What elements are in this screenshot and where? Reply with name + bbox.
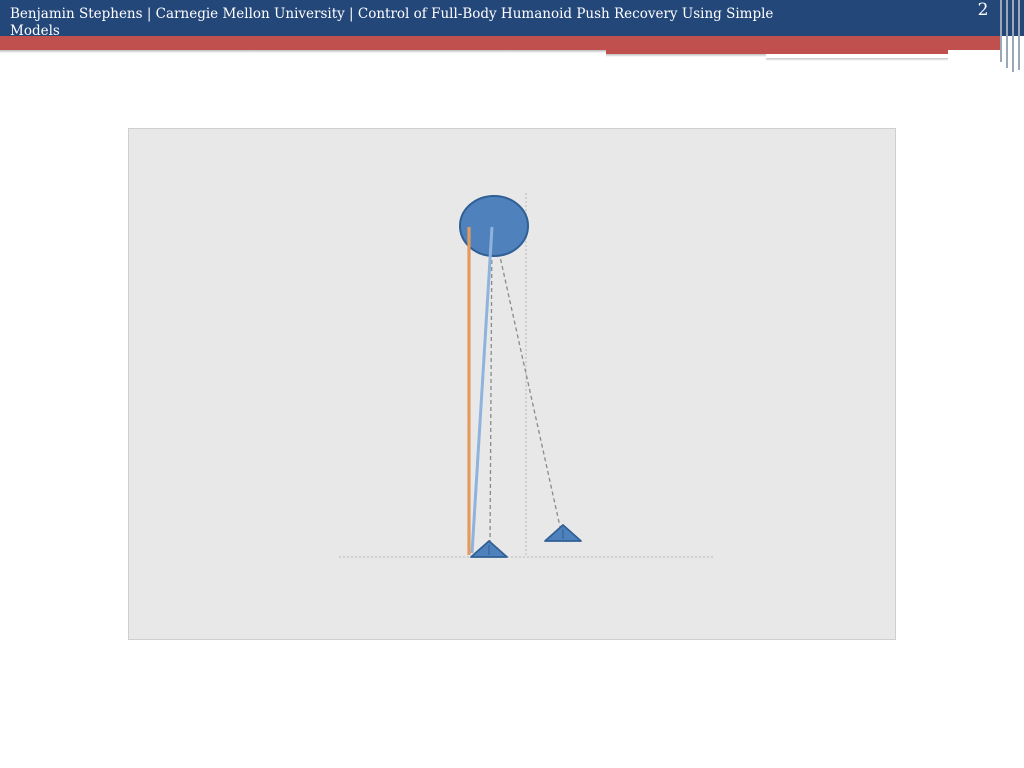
decorative-stripe	[1006, 0, 1008, 68]
blue-leg-line	[470, 226, 494, 554]
header-shadow-step	[766, 58, 948, 61]
dashed-leg-to-step-foot	[492, 224, 562, 532]
decorative-stripe	[1012, 0, 1014, 72]
slide-title: Benjamin Stephens | Carnegie Mellon Univ…	[10, 6, 774, 39]
slide-number: 2	[977, 0, 989, 20]
decorative-stripe	[1018, 0, 1020, 70]
slide: Benjamin Stephens | Carnegie Mellon Univ…	[0, 0, 1024, 768]
figure-panel	[128, 128, 896, 640]
header-shadow	[0, 50, 606, 53]
header-decorative-stripes	[996, 0, 1024, 72]
header-shadow-step	[606, 54, 766, 57]
push-recovery-diagram	[339, 193, 713, 558]
decorative-stripe	[1000, 0, 1002, 62]
